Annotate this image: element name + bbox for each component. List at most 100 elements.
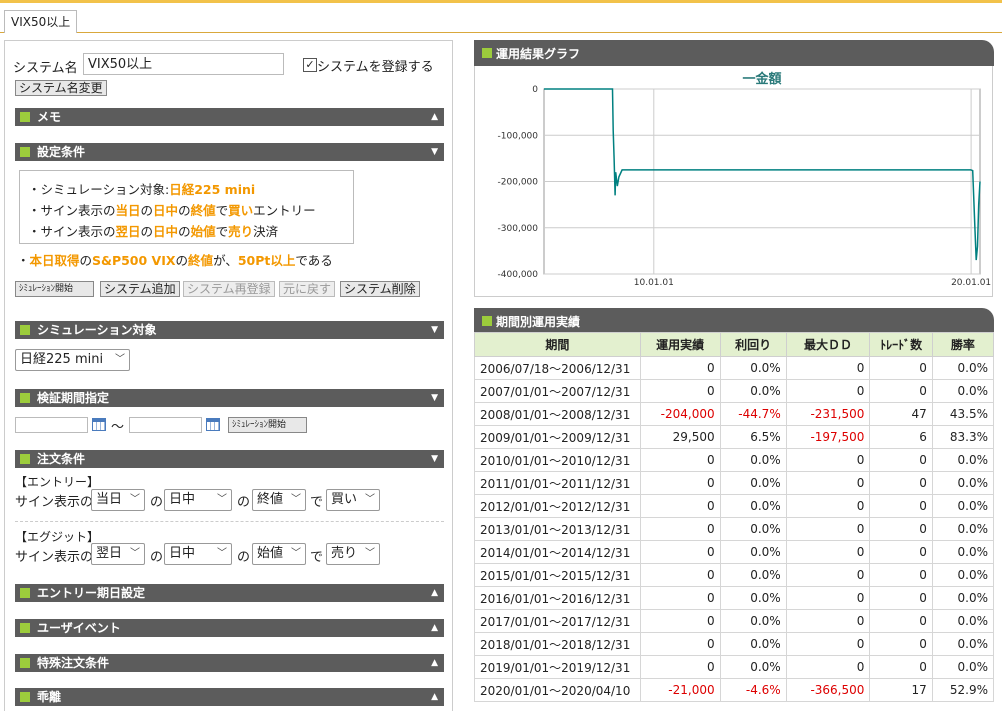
table-cell: 0 [869, 517, 933, 541]
table-cell: 2019/01/01～2019/12/31 [474, 655, 641, 679]
table-cell: 0 [869, 540, 933, 564]
table-cell: 0 [785, 517, 871, 541]
section-settings[interactable]: 設定条件 ▼ [15, 143, 444, 161]
entry-day-select[interactable]: 当日 ﹀ [91, 489, 145, 511]
sim-target-select[interactable]: 日経225 mini ﹀ [15, 349, 130, 371]
table-cell: 0 [785, 379, 871, 403]
section-square-icon [482, 48, 492, 58]
table-row: 2013/01/01～2013/12/31 0 0.0% 0 0 0.0% [474, 517, 995, 541]
table-cell: 0 [639, 563, 721, 587]
section-divergence[interactable]: 乖離 ▲ [15, 688, 444, 706]
period-end-input[interactable] [129, 417, 202, 433]
section-user-event[interactable]: ユーザイベント ▲ [15, 619, 444, 637]
section-square-icon [482, 316, 492, 326]
x-tick-label: 20.01.01 [951, 278, 991, 288]
tab-vix50[interactable]: VIX50以上 [4, 10, 78, 33]
graph-header: 運用結果グラフ [474, 40, 994, 66]
table-cell: 0.0% [931, 609, 995, 633]
table-cell: 2016/01/01～2016/12/31 [474, 586, 641, 610]
condition-line-2: ・サイン表示の当日の日中の終値で買いエントリー [28, 203, 316, 218]
add-system-button[interactable]: システム追加 [100, 281, 180, 297]
table-cell: 0 [639, 632, 721, 656]
table-cell: 0.0% [719, 471, 787, 495]
chevron-down-icon: ﹀ [217, 548, 227, 559]
results-header: 期間別運用実績 [474, 308, 994, 334]
exit-side-select[interactable]: 売り ﹀ [326, 543, 380, 565]
expand-icon: ▼ [431, 454, 438, 464]
result-chart: 0 -100,000 -200,000 -300,000 -400,000 10.01.0… [498, 71, 992, 288]
condition-line-3: ・サイン表示の翌日の日中の始値で売り決済 [28, 224, 279, 239]
section-sim-target[interactable]: シミュレーション対象 ▼ [15, 321, 444, 339]
table-cell: -4.6% [719, 678, 787, 702]
table-row: 2014/01/01～2014/12/31 0 0.0% 0 0 0.0% [474, 540, 995, 564]
particle-no: の [150, 550, 164, 565]
table-cell: 2011/01/01～2011/12/31 [474, 471, 641, 495]
table-cell: 6.5% [719, 425, 787, 449]
exit-session-select[interactable]: 日中 ﹀ [164, 543, 232, 565]
period-tilde: ～ [111, 420, 125, 435]
table-row: 2017/01/01～2017/12/31 0 0.0% 0 0 0.0% [474, 609, 995, 633]
period-start-input[interactable] [15, 417, 88, 433]
sim-start-button-2[interactable]: ｼﾐｭﾚｰｼｮﾝ開始 [228, 417, 307, 433]
table-cell: 6 [869, 425, 933, 449]
section-square-icon [20, 112, 30, 122]
entry-session-select[interactable]: 日中 ﹀ [164, 489, 232, 511]
section-period[interactable]: 検証期間指定 ▼ [15, 389, 444, 407]
table-cell: 0.0% [931, 379, 995, 403]
section-entry-date[interactable]: エントリー期日設定 ▲ [15, 584, 444, 602]
system-name-input[interactable]: VIX50以上 [83, 53, 284, 75]
section-square-icon [20, 588, 30, 598]
table-cell: 0.0% [931, 471, 995, 495]
divider [15, 521, 444, 522]
delete-system-button[interactable]: システム削除 [340, 281, 420, 297]
table-cell: 0 [869, 609, 933, 633]
table-cell: 2008/01/01～2008/12/31 [474, 402, 641, 426]
calendar-icon[interactable] [92, 418, 106, 431]
entry-price-select[interactable]: 終値 ﹀ [252, 489, 306, 511]
table-cell: 2010/01/01～2010/12/31 [474, 448, 641, 472]
table-cell: 0 [869, 471, 933, 495]
table-cell: 2015/01/01～2015/12/31 [474, 563, 641, 587]
revert-button[interactable]: 元に戻す [279, 281, 336, 297]
x-tick-label: 10.01.01 [634, 278, 674, 288]
entry-side-select[interactable]: 買い ﹀ [326, 489, 380, 511]
column-header: 期間 [474, 332, 641, 357]
section-square-icon [20, 623, 30, 633]
section-memo[interactable]: メモ ▲ [15, 108, 444, 126]
chevron-down-icon: ﹀ [365, 494, 375, 505]
table-row: 2015/01/01～2015/12/31 0 0.0% 0 0 0.0% [474, 563, 995, 587]
table-row: 2019/01/01～2019/12/31 0 0.0% 0 0 0.0% [474, 655, 995, 679]
exit-price-select[interactable]: 始値 ﹀ [252, 543, 306, 565]
table-row: 2008/01/01～2008/12/31 -204,000 -44.7% -231,… [474, 402, 995, 426]
table-row: 2010/01/01～2010/12/31 0 0.0% 0 0 0.0% [474, 448, 995, 472]
section-order[interactable]: 注文条件 ▼ [15, 450, 444, 468]
table-cell: 0.0% [719, 586, 787, 610]
table-cell: 2020/01/01～2020/04/10 [474, 678, 641, 702]
table-cell: 0.0% [719, 609, 787, 633]
exit-day-select[interactable]: 翌日 ﹀ [91, 543, 145, 565]
table-cell: 2013/01/01～2013/12/31 [474, 517, 641, 541]
y-tick-label: 0 [532, 85, 538, 95]
register-checkbox[interactable]: ✓ [303, 58, 317, 72]
table-cell: 0 [785, 356, 871, 380]
chevron-down-icon: ﹀ [365, 548, 375, 559]
table-cell: 0 [869, 586, 933, 610]
table-cell: 0.0% [931, 356, 995, 380]
rename-button[interactable]: システム名変更 [15, 80, 107, 96]
table-cell: 0 [869, 632, 933, 656]
calendar-icon[interactable] [206, 418, 220, 431]
chevron-down-icon: ﹀ [115, 354, 125, 365]
conditions-box: ・シミュレーション対象:日経225 mini ・サイン表示の当日の日中の終値で買… [19, 170, 354, 244]
table-cell: 0 [639, 448, 721, 472]
chevron-down-icon: ﹀ [130, 494, 140, 505]
results-table: 期間 運用実績 利回り 最大ＤＤ ﾄﾚｰﾄﾞ数 勝率 2006/07/18～2006/12… [474, 332, 995, 702]
table-cell: 0 [639, 356, 721, 380]
table-cell: 0 [785, 448, 871, 472]
reregister-button[interactable]: システム再登録 [183, 281, 275, 297]
condition-rule: ・本日取得のS&P500 VIXの終値が、50Pt以上である [17, 253, 333, 268]
table-cell: 0.0% [931, 540, 995, 564]
table-cell: 0 [785, 563, 871, 587]
table-cell: 0.0% [719, 655, 787, 679]
sim-start-button[interactable]: ｼﾐｭﾚｰｼｮﾝ開始 [15, 281, 94, 297]
section-special-order[interactable]: 特殊注文条件 ▲ [15, 654, 444, 672]
